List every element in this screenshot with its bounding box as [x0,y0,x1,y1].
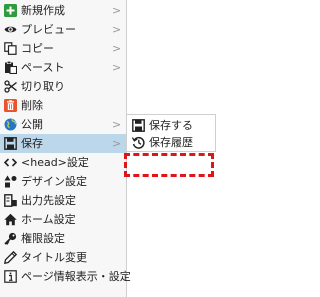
menu-item-page-info[interactable]: ページ情報表示・設定 [0,267,131,286]
chevron-right-icon: > [112,137,122,150]
menu-item-home-settings[interactable]: ホーム設定 [0,210,126,229]
floppy-disk-icon [4,137,17,150]
scissors-icon [4,80,17,93]
output-icon [4,194,17,207]
menu-item-label: デザイン設定 [21,175,87,188]
shapes-icon [4,175,17,188]
menu-item-label: プレビュー [21,23,76,36]
menu-item-output-settings[interactable]: 出力先設定 [0,191,126,210]
menu-item-cut[interactable]: 切り取り [0,77,126,96]
context-menu: 新規作成 > プレビュー > コピー > ペースト > 切り取り 削除 公開 >… [0,0,131,297]
paste-icon [4,61,17,74]
menu-item-permission-settings[interactable]: 権限設定 [0,229,126,248]
menu-item-head-settings[interactable]: <head>設定 [0,153,126,172]
highlight-box [124,153,214,177]
floppy-disk-icon [132,119,145,132]
chevron-right-icon: > [112,42,122,55]
menu-item-label: ページ情報表示・設定 [21,270,131,283]
menu-item-label: 出力先設定 [21,194,76,207]
info-icon [4,270,17,283]
menu-item-label: ホーム設定 [21,213,76,226]
key-icon [4,232,17,245]
chevron-right-icon: > [112,118,122,131]
menu-item-label: ペースト [21,61,65,74]
home-icon [4,213,17,226]
chevron-right-icon: > [112,4,122,17]
pencil-icon [4,251,17,264]
menu-item-label: タイトル変更 [21,251,87,264]
submenu-item-save-history[interactable]: 保存履歴 [127,133,215,152]
menu-item-label: 保存 [21,137,43,150]
code-icon [4,156,17,169]
menu-item-label: 新規作成 [21,4,65,17]
menu-item-save[interactable]: 保存 > [0,134,126,153]
trash-icon [4,99,17,112]
menu-item-label: 権限設定 [21,232,65,245]
menu-item-label: 公開 [21,118,43,131]
submenu-item-label: 保存履歴 [149,136,193,149]
menu-item-design-settings[interactable]: デザイン設定 [0,172,126,191]
submenu-item-label: 保存する [149,119,193,132]
eye-icon [4,23,17,36]
menu-item-label: 切り取り [21,80,65,93]
history-icon [132,136,145,149]
copy-icon [4,42,17,55]
menu-item-label: 削除 [21,99,43,112]
chevron-right-icon: > [112,23,122,36]
menu-item-publish[interactable]: 公開 > [0,115,126,134]
chevron-right-icon: > [112,61,122,74]
menu-item-rename-title[interactable]: タイトル変更 [0,248,126,267]
menu-item-label: <head>設定 [21,156,89,169]
save-submenu: 保存する 保存履歴 [126,114,216,152]
menu-item-new[interactable]: 新規作成 > [0,1,126,20]
menu-item-preview[interactable]: プレビュー > [0,20,126,39]
menu-item-copy[interactable]: コピー > [0,39,126,58]
menu-item-label: コピー [21,42,54,55]
menu-item-delete[interactable]: 削除 [0,96,126,115]
plus-square-icon [4,4,17,17]
globe-icon [4,118,17,131]
menu-item-paste[interactable]: ペースト > [0,58,126,77]
